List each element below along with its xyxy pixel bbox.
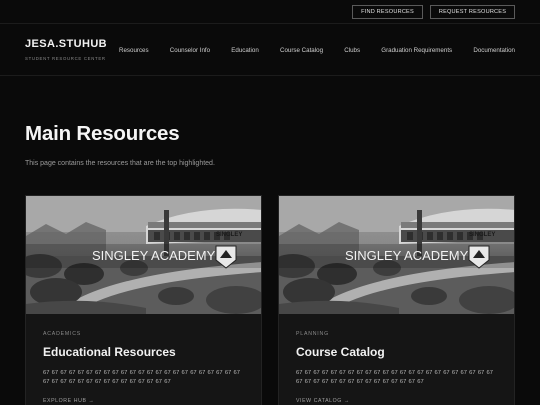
- nav-item-graduation-requirements[interactable]: Graduation Requirements: [381, 47, 452, 54]
- card-category: PLANNING: [296, 331, 329, 337]
- page-title: Main Resources: [25, 122, 180, 145]
- brand-subtitle: STUDENT RESOURCE CENTER: [25, 56, 106, 61]
- main-navbar: JESA.STUHUB STUDENT RESOURCE CENTER Reso…: [0, 24, 540, 76]
- nav-item-education[interactable]: Education: [231, 47, 259, 54]
- nav-item-course-catalog[interactable]: Course Catalog: [280, 47, 323, 54]
- card-explore-link[interactable]: EXPLORE HUB →: [43, 398, 244, 404]
- card-view-link[interactable]: VIEW CATALOG →: [296, 398, 497, 404]
- resource-card-course-catalog[interactable]: SINGLEY ACADEMY SINGLEY PLANNING Course …: [278, 195, 515, 405]
- nav-item-clubs[interactable]: Clubs: [344, 47, 360, 54]
- request-resources-button[interactable]: REQUEST RESOURCES: [430, 5, 515, 19]
- nav-item-counselor-info[interactable]: Counselor Info: [170, 47, 210, 54]
- resource-card-educational[interactable]: SINGLEY ACADEMY SINGLEY ACADEMICS Educat…: [25, 195, 262, 405]
- school-logo-text: SINGLEY: [469, 232, 495, 238]
- page-description: This page contains the resources that ar…: [25, 160, 215, 167]
- card-image-overlay-text: SINGLEY ACADEMY: [345, 248, 469, 263]
- card-title[interactable]: Educational Resources: [43, 345, 244, 359]
- find-resources-button[interactable]: FIND RESOURCES: [352, 5, 423, 19]
- hero-section: Main Resources This page contains the re…: [25, 122, 215, 167]
- card-image: SINGLEY ACADEMY SINGLEY: [279, 196, 514, 314]
- card-image-overlay-text: SINGLEY ACADEMY: [92, 248, 216, 263]
- nav-links: Resources Counselor Info Education Cours…: [119, 24, 515, 76]
- brand[interactable]: JESA.STUHUB STUDENT RESOURCE CENTER: [25, 38, 107, 61]
- card-category: ACADEMICS: [43, 331, 82, 337]
- card-description: 67 67 67 67 67 67 67 67 67 67 67 67 67 6…: [296, 370, 493, 385]
- brand-title: JESA.STUHUB: [25, 38, 108, 50]
- nav-item-documentation[interactable]: Documentation: [473, 47, 515, 54]
- card-title[interactable]: Course Catalog: [296, 345, 497, 359]
- card-description: 67 67 67 67 67 67 67 67 67 67 67 67 67 6…: [43, 370, 240, 385]
- school-logo-text: SINGLEY: [216, 232, 242, 238]
- card-image: SINGLEY ACADEMY SINGLEY: [26, 196, 261, 314]
- nav-item-resources[interactable]: Resources: [119, 47, 149, 54]
- top-utility-bar: FIND RESOURCES REQUEST RESOURCES: [0, 0, 540, 24]
